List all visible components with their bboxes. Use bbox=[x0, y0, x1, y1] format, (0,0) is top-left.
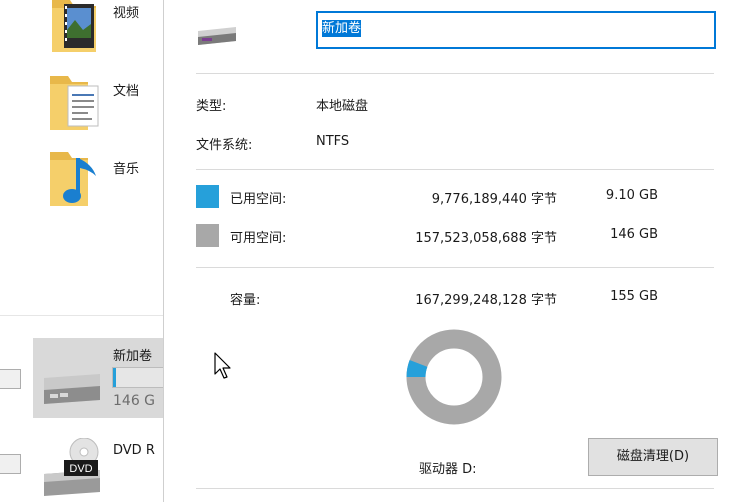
filesystem-label: 文件系统: bbox=[196, 138, 253, 153]
free-space-bytes: 157,523,058,688 字节 bbox=[415, 231, 557, 246]
explorer-pane: 视频 文档 音乐 新加卷 146 G DVD DVD R bbox=[0, 0, 164, 502]
free-space-label: 可用空间: bbox=[230, 231, 287, 246]
drive-usage-fill bbox=[113, 368, 116, 387]
svg-text:DVD: DVD bbox=[69, 463, 92, 475]
list-item-stub[interactable] bbox=[0, 454, 21, 474]
music-folder-icon[interactable] bbox=[48, 150, 103, 212]
mouse-cursor-icon bbox=[214, 352, 231, 379]
volume-name-text: 新加卷 bbox=[322, 20, 362, 37]
list-item-stub[interactable] bbox=[0, 369, 21, 389]
divider bbox=[196, 169, 714, 170]
drive-size-text: 146 G bbox=[113, 393, 156, 409]
used-space-gb: 9.10 GB bbox=[605, 188, 658, 203]
donut-free-segment bbox=[406, 329, 502, 425]
type-label: 类型: bbox=[196, 99, 227, 114]
drive-letter-label: 驱动器 D: bbox=[419, 462, 477, 477]
divider bbox=[196, 73, 714, 74]
disk-cleanup-button[interactable]: 磁盘清理(D) bbox=[588, 438, 718, 476]
drive-label-dvd[interactable]: DVD R bbox=[113, 443, 155, 458]
dvd-drive-icon[interactable]: DVD bbox=[40, 437, 104, 502]
section-divider bbox=[0, 315, 163, 316]
usage-donut-chart bbox=[406, 329, 502, 425]
video-folder-icon[interactable] bbox=[48, 0, 100, 59]
divider bbox=[196, 488, 714, 489]
library-label-documents[interactable]: 文档 bbox=[113, 80, 139, 99]
free-space-gb: 146 GB bbox=[610, 227, 658, 242]
capacity-gb: 155 GB bbox=[610, 289, 658, 304]
used-space-label: 已用空间: bbox=[230, 192, 287, 207]
hard-drive-icon bbox=[40, 370, 104, 414]
library-label-music[interactable]: 音乐 bbox=[113, 158, 139, 177]
divider bbox=[196, 267, 714, 268]
type-value: 本地磁盘 bbox=[316, 99, 369, 114]
capacity-bytes: 167,299,248,128 字节 bbox=[415, 293, 557, 308]
capacity-label: 容量: bbox=[230, 293, 261, 308]
drive-label-new-volume: 新加卷 bbox=[113, 349, 153, 364]
volume-name-input[interactable]: 新加卷 bbox=[316, 11, 716, 49]
pane-border bbox=[163, 0, 164, 502]
filesystem-value: NTFS bbox=[316, 134, 350, 149]
documents-folder-icon[interactable] bbox=[48, 74, 102, 136]
drive-icon bbox=[196, 25, 238, 51]
free-space-swatch bbox=[196, 224, 219, 247]
drive-usage-bar bbox=[112, 367, 164, 388]
used-space-swatch bbox=[196, 185, 219, 208]
library-label-videos[interactable]: 视频 bbox=[113, 2, 139, 21]
used-space-bytes: 9,776,189,440 字节 bbox=[431, 192, 557, 207]
